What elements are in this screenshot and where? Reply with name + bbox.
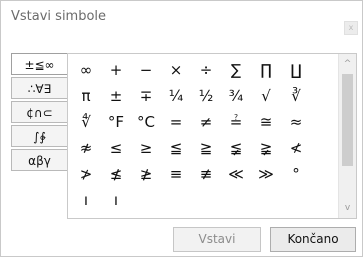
symbol-cell[interactable]: ° — [281, 161, 311, 187]
scroll-thumb[interactable] — [342, 74, 353, 166]
insert-symbols-dialog: Vstavi simbole x ±≦∞ ∴∀∃ ¢∩⊂ ∫∲ αβγ ∞ + − ×… — [0, 0, 363, 257]
category-list: ±≦∞ ∴∀∃ ¢∩⊂ ∫∲ αβγ — [11, 53, 68, 173]
symbol-cell[interactable] — [71, 213, 101, 218]
symbol-cell[interactable]: ı — [71, 187, 101, 213]
symbol-cell[interactable] — [191, 187, 221, 213]
symbol-cell[interactable] — [221, 187, 251, 213]
symbol-cell[interactable] — [161, 187, 191, 213]
symbol-cell[interactable]: ≧ — [191, 135, 221, 161]
symbol-cell[interactable]: ≤ — [101, 135, 131, 161]
symbol-cell[interactable]: ≯ — [71, 161, 101, 187]
symbol-cell[interactable]: ≠ — [191, 109, 221, 135]
scroll-down-icon[interactable]: v — [339, 200, 356, 216]
symbol-cell[interactable]: ≥ — [131, 135, 161, 161]
symbol-cell[interactable]: ≨ — [221, 135, 251, 161]
symbol-cell[interactable]: °C — [131, 109, 161, 135]
symbol-cell[interactable]: ≮ — [281, 135, 311, 161]
symbol-cell[interactable]: ∐ — [281, 57, 311, 83]
symbol-cell[interactable]: ≟ — [221, 109, 251, 135]
category-tab-sets[interactable]: ¢∩⊂ — [11, 101, 68, 123]
symbol-cell[interactable]: ∜ — [71, 109, 101, 135]
category-tab-logic[interactable]: ∴∀∃ — [11, 77, 68, 99]
dialog-title: Vstavi simbole — [11, 9, 107, 24]
scroll-up-icon[interactable]: ^ — [339, 56, 356, 72]
symbol-cell[interactable] — [131, 187, 161, 213]
symbol-cell[interactable]: ∞ — [71, 57, 101, 83]
symbol-cell[interactable]: π — [71, 83, 101, 109]
symbol-cell[interactable]: ∑ — [221, 57, 251, 83]
symbol-cell[interactable] — [251, 187, 281, 213]
symbol-cell[interactable]: − — [131, 57, 161, 83]
symbol-cell[interactable]: °F — [101, 109, 131, 135]
symbol-grid: ∞ + − × ÷ ∑ ∏ ∐ π ± ∓ ¼ ½ ¾ √ ∛ ∜ °F °C = ≠ ≟ ≅ ≈ ≉ ≤ ≥ ≦ ≧ ≨ ≩ ≮ ≯ ≰ ≱ ≡ ≢ ≪… — [71, 57, 311, 218]
symbol-cell[interactable]: ≩ — [251, 135, 281, 161]
symbol-cell[interactable]: ÷ — [191, 57, 221, 83]
category-tab-greek[interactable]: αβγ — [11, 149, 68, 171]
symbol-cell[interactable] — [281, 187, 311, 213]
symbol-cell[interactable]: + — [101, 57, 131, 83]
symbol-cell[interactable]: ¾ — [221, 83, 251, 109]
symbol-cell[interactable]: ≡ — [161, 161, 191, 187]
symbol-cell[interactable]: ¼ — [161, 83, 191, 109]
symbol-grid-panel: ∞ + − × ÷ ∑ ∏ ∐ π ± ∓ ¼ ½ ¾ √ ∛ ∜ °F °C = ≠ ≟ ≅ ≈ ≉ ≤ ≥ ≦ ≧ ≨ ≩ ≮ ≯ ≰ ≱ ≡ ≢ ≪… — [67, 53, 357, 219]
symbol-cell[interactable]: ∏ — [251, 57, 281, 83]
symbol-cell[interactable]: ≪ — [221, 161, 251, 187]
category-tab-calculus[interactable]: ∫∲ — [11, 125, 68, 147]
symbol-cell[interactable]: ∓ — [131, 83, 161, 109]
symbol-cell[interactable]: ∛ — [281, 83, 311, 109]
vertical-scrollbar[interactable]: ^ v — [338, 54, 356, 218]
symbol-cell[interactable]: ≦ — [161, 135, 191, 161]
symbol-cell[interactable]: ≅ — [251, 109, 281, 135]
symbol-cell[interactable]: ± — [101, 83, 131, 109]
insert-button[interactable]: Vstavi — [173, 227, 261, 252]
symbol-cell[interactable]: ≱ — [131, 161, 161, 187]
symbol-cell[interactable]: ≢ — [191, 161, 221, 187]
done-button[interactable]: Končano — [270, 227, 356, 252]
title-bar: Vstavi simbole x — [1, 1, 362, 35]
category-tab-arithmetic[interactable]: ±≦∞ — [11, 53, 68, 75]
close-icon[interactable]: x — [344, 21, 358, 35]
symbol-cell[interactable]: ≈ — [281, 109, 311, 135]
symbol-cell[interactable]: ≫ — [251, 161, 281, 187]
symbol-cell[interactable]: ≰ — [101, 161, 131, 187]
symbol-cell[interactable]: ≉ — [71, 135, 101, 161]
symbol-cell[interactable]: √ — [251, 83, 281, 109]
symbol-cell[interactable]: × — [161, 57, 191, 83]
symbol-cell[interactable]: ½ — [191, 83, 221, 109]
symbol-cell[interactable]: = — [161, 109, 191, 135]
symbol-cell[interactable]: ı — [101, 187, 131, 213]
